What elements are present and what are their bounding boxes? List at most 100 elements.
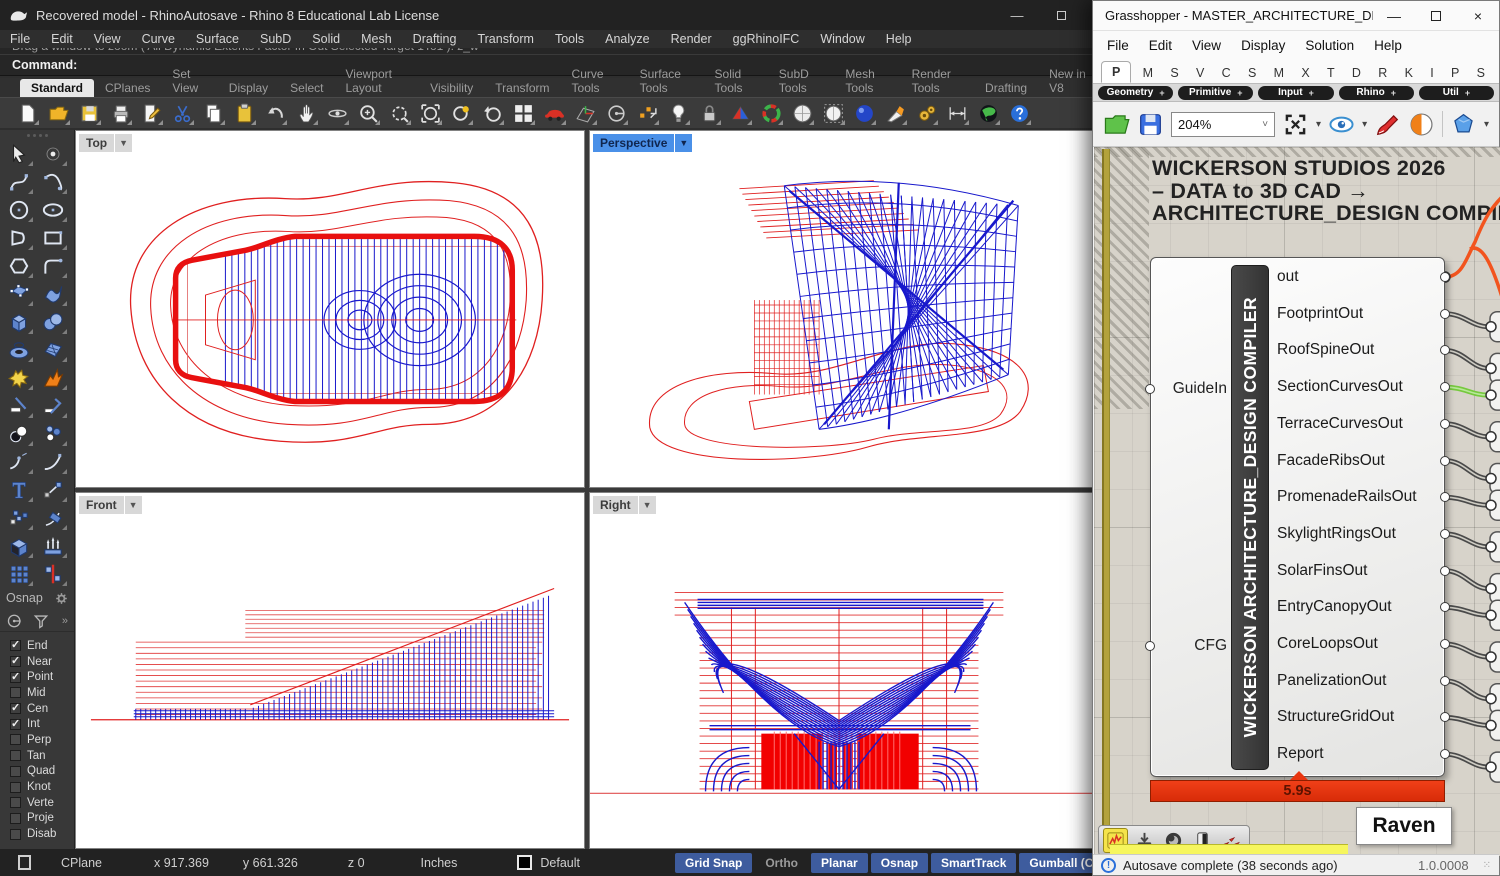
checkbox-quad[interactable] [10, 766, 21, 777]
menu-curve[interactable]: Curve [142, 32, 175, 46]
lock-icon[interactable] [696, 100, 722, 126]
tool-blast-icon[interactable] [37, 364, 69, 392]
zoom-extents-icon[interactable] [1282, 111, 1309, 138]
checkbox-cen[interactable] [10, 703, 21, 714]
viewport-perspective-label[interactable]: Perspective [593, 134, 674, 152]
chevron-down-icon[interactable]: ▾ [1316, 119, 1321, 130]
grasshopper-canvas[interactable]: WICKERSON STUDIOS 2026 – DATA to 3D CAD … [1094, 147, 1500, 856]
selection-filter-icon[interactable] [18, 855, 31, 870]
tool-rectangle-icon[interactable] [37, 224, 69, 252]
gh-tab-10-r[interactable]: R [1372, 63, 1393, 83]
viewport-right-label[interactable]: Right [593, 496, 638, 514]
menu-tools[interactable]: Tools [555, 32, 584, 46]
current-layer-label[interactable]: Default [540, 856, 580, 870]
tool-surface-from-points-icon[interactable] [3, 280, 35, 308]
gh-tab-12-i[interactable]: I [1424, 63, 1439, 83]
status-toggle-grid-snap[interactable]: Grid Snap [675, 853, 752, 873]
new-file-icon[interactable] [14, 100, 40, 126]
osnap-option-int[interactable]: Int [10, 716, 74, 732]
resize-grip[interactable]: ⁙ [1483, 860, 1491, 871]
tool-ellipse-icon[interactable] [37, 196, 69, 224]
render-sphere-icon[interactable] [851, 100, 877, 126]
gh-minimize-button[interactable]: — [1373, 1, 1415, 31]
input-param-guidein[interactable]: GuideIn [1153, 380, 1227, 398]
chevron-down-icon[interactable]: ▼ [639, 496, 656, 514]
undo-icon[interactable] [262, 100, 288, 126]
osnap-option-near[interactable]: Near [10, 654, 74, 670]
gh-tab-3-v[interactable]: V [1190, 63, 1210, 83]
chevron-down-icon[interactable]: ▼ [125, 496, 142, 514]
checkbox-point[interactable] [10, 672, 21, 683]
viewport-front[interactable]: Front▼ [75, 492, 585, 849]
output-grip-coreloopsout[interactable] [1440, 639, 1450, 649]
tool-boolean-union-icon[interactable] [3, 420, 35, 448]
zoom-in-icon[interactable] [355, 100, 381, 126]
tool-fillet-corner-icon[interactable] [37, 252, 69, 280]
gh-menu-display[interactable]: Display [1241, 38, 1285, 53]
cplane-icon[interactable] [572, 100, 598, 126]
pan-icon[interactable] [293, 100, 319, 126]
color-wheel-icon[interactable] [758, 100, 784, 126]
named-selection-icon[interactable] [541, 100, 567, 126]
tool-spheres-icon[interactable] [37, 308, 69, 336]
cplane-indicator[interactable]: CPlane [61, 856, 102, 870]
gh-tab-6-m[interactable]: M [1268, 63, 1290, 83]
tool-torus-icon[interactable] [3, 336, 35, 364]
viewport-top[interactable]: Top▼ [75, 130, 585, 488]
output-grip-panelizationout[interactable] [1440, 676, 1450, 686]
menu-window[interactable]: Window [820, 32, 864, 46]
rotate-view-icon[interactable] [324, 100, 350, 126]
output-param-skylightringsout[interactable]: SkylightRingsOut [1277, 525, 1442, 543]
toolbar-tab-select[interactable]: Select [279, 79, 334, 97]
osnap-option-proje[interactable]: Proje [10, 811, 74, 827]
save-icon[interactable] [1137, 111, 1164, 138]
zoom-window-icon[interactable] [386, 100, 412, 126]
menu-view[interactable]: View [94, 32, 121, 46]
tool-rotate-icon[interactable] [37, 504, 69, 532]
toolbar-tab-set-view[interactable]: Set View [161, 65, 217, 97]
toolbar-tab-new-in-v8[interactable]: New in V8 [1038, 65, 1100, 97]
status-toggle-smarttrack[interactable]: SmartTrack [931, 853, 1016, 873]
gh-tab-0-p[interactable]: P [1101, 61, 1131, 83]
menu-render[interactable]: Render [671, 32, 712, 46]
output-param-solarfinsout[interactable]: SolarFinsOut [1277, 562, 1442, 580]
input-param-cfg[interactable]: CFG [1153, 637, 1227, 655]
options-gears-icon[interactable] [913, 100, 939, 126]
tool-trim-icon[interactable] [3, 392, 35, 420]
output-param-promenaderailsout[interactable]: PromenadeRailsOut [1277, 488, 1442, 506]
units-indicator[interactable]: Inches [421, 856, 458, 870]
menu-ggrhinoifc[interactable]: ggRhinoIFC [733, 32, 800, 46]
osnap-option-quad[interactable]: Quad [10, 764, 74, 780]
chevron-down-icon[interactable]: ▼ [115, 134, 132, 152]
gh-maximize-button[interactable] [1415, 1, 1457, 31]
spotlight-icon[interactable] [882, 100, 908, 126]
checkbox-proje[interactable] [10, 813, 21, 824]
open-file-icon[interactable] [45, 100, 71, 126]
checkbox-near[interactable] [10, 656, 21, 667]
viewport-perspective[interactable]: Perspective▼ [589, 130, 1095, 488]
output-param-out[interactable]: out [1277, 268, 1442, 286]
toolbar-tab-viewport-layout[interactable]: Viewport Layout [335, 65, 420, 97]
viewport-layout-icon[interactable] [510, 100, 536, 126]
dimension-icon[interactable] [944, 100, 970, 126]
gh-group-util[interactable]: Util+ [1419, 86, 1494, 100]
print-icon[interactable] [107, 100, 133, 126]
tool-box-icon[interactable] [3, 308, 35, 336]
tool-extend-curve-icon[interactable] [37, 448, 69, 476]
checkbox-end[interactable] [10, 640, 21, 651]
tool-grid-array-icon[interactable] [3, 560, 35, 588]
toolbar-tab-solid-tools[interactable]: Solid Tools [704, 65, 768, 97]
toolbar-tab-curve-tools[interactable]: Curve Tools [561, 65, 629, 97]
output-param-structuregridout[interactable]: StructureGridOut [1277, 708, 1442, 726]
gh-tab-13-p[interactable]: P [1445, 63, 1465, 83]
checkbox-perp[interactable] [10, 734, 21, 745]
tool-text-icon[interactable] [3, 476, 35, 504]
toolbar-tab-transform[interactable]: Transform [484, 79, 560, 97]
checkbox-verte[interactable] [10, 797, 21, 808]
osnap-option-cen[interactable]: Cen [10, 701, 74, 717]
output-param-facaderibsout[interactable]: FacadeRibsOut [1277, 452, 1442, 470]
toolbar-tab-display[interactable]: Display [218, 79, 279, 97]
gh-menu-edit[interactable]: Edit [1149, 38, 1172, 53]
tool-point-icon[interactable] [37, 140, 69, 168]
viewport-right[interactable]: Right▼ [589, 492, 1095, 849]
